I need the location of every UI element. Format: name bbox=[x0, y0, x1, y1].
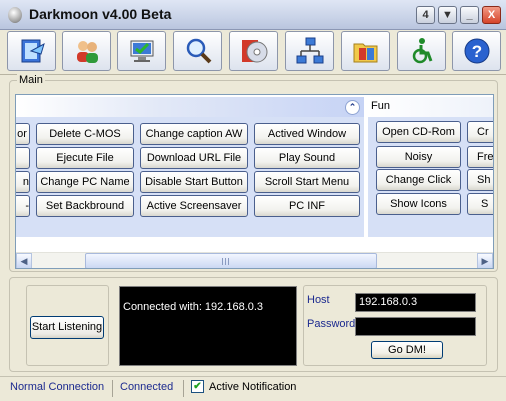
pc-inf-button[interactable]: PC INF bbox=[254, 195, 360, 217]
arrow-down-icon: ▼ bbox=[442, 9, 453, 21]
password-field[interactable] bbox=[355, 317, 476, 336]
command-button[interactable] bbox=[16, 147, 30, 169]
host-label: Host bbox=[307, 294, 330, 306]
connect-icon bbox=[21, 39, 45, 63]
minimize-icon: _ bbox=[466, 9, 473, 21]
fun-button[interactable]: Fre bbox=[467, 146, 493, 168]
horizontal-scrollbar[interactable]: ◀ ▶ bbox=[16, 252, 493, 268]
app-icon bbox=[8, 7, 22, 23]
connect-button[interactable] bbox=[7, 31, 56, 71]
active-screensaver-button[interactable]: Active Screensaver bbox=[140, 195, 248, 217]
show-icons-button[interactable]: Show Icons bbox=[376, 193, 461, 215]
change-click-button[interactable]: Change Click bbox=[376, 169, 461, 191]
change-caption-button[interactable]: Change caption AW bbox=[140, 123, 248, 145]
computer-icon bbox=[130, 40, 153, 62]
pin-button[interactable]: 4 bbox=[416, 6, 435, 24]
search-icon bbox=[186, 38, 211, 64]
computer-button[interactable] bbox=[117, 31, 166, 71]
scroll-left-icon[interactable]: ◀ bbox=[16, 253, 32, 268]
users-button[interactable] bbox=[62, 31, 111, 71]
svg-text:?: ? bbox=[471, 42, 481, 61]
console-output: Connected with: 192.168.0.3 bbox=[119, 286, 297, 366]
command-group-header: ⌃ bbox=[16, 97, 364, 117]
down-button[interactable]: ▼ bbox=[438, 6, 457, 24]
connection-type-status: Normal Connection bbox=[10, 381, 105, 393]
help-icon: ? bbox=[464, 38, 489, 64]
command-button[interactable]: or bbox=[16, 123, 30, 145]
pin-icon: 4 bbox=[422, 9, 429, 21]
go-dm-button[interactable]: Go DM! bbox=[371, 341, 443, 359]
command-panel: ⌃ Fun or Delete C-MOS Change caption AW … bbox=[15, 94, 494, 269]
actived-window-button[interactable]: Actived Window bbox=[254, 123, 360, 145]
noisy-button[interactable]: Noisy bbox=[376, 146, 461, 168]
window-title: Darkmoon v4.00 Beta bbox=[29, 6, 172, 22]
search-button[interactable] bbox=[173, 31, 222, 71]
set-background-button[interactable]: Set Backbround bbox=[36, 195, 134, 217]
collapse-chevron-icon[interactable]: ⌃ bbox=[345, 100, 360, 115]
status-separator bbox=[112, 380, 113, 397]
scroll-right-icon[interactable]: ▶ bbox=[477, 253, 493, 268]
connection-state-status: Connected bbox=[120, 381, 174, 393]
start-listening-button[interactable]: Start Listening bbox=[30, 316, 104, 339]
title-bar: Darkmoon v4.00 Beta 4 ▼ _ X bbox=[0, 0, 506, 30]
close-icon: X bbox=[487, 9, 496, 21]
files-button[interactable] bbox=[341, 31, 390, 71]
disc-icon bbox=[241, 40, 267, 63]
notification-label: Active Notification bbox=[209, 381, 297, 393]
host-field[interactable]: 192.168.0.3 bbox=[355, 293, 476, 312]
delete-cmos-button[interactable]: Delete C-MOS bbox=[36, 123, 134, 145]
command-button[interactable]: - bbox=[16, 195, 30, 217]
close-button[interactable]: X bbox=[482, 6, 501, 24]
status-bar: Normal Connection Connected ✔ Active Not… bbox=[0, 376, 506, 401]
accessibility-button[interactable] bbox=[397, 31, 446, 71]
change-pc-name-button[interactable]: Change PC Name bbox=[36, 171, 134, 193]
network-icon bbox=[296, 37, 323, 64]
minimize-button[interactable]: _ bbox=[460, 6, 479, 24]
command-button[interactable]: n bbox=[16, 171, 30, 193]
fun-group-title: Fun bbox=[371, 100, 390, 112]
status-separator bbox=[183, 380, 184, 397]
download-url-file-button[interactable]: Download URL File bbox=[140, 147, 248, 169]
open-cd-rom-button[interactable]: Open CD-Rom bbox=[376, 121, 461, 143]
password-label: Password bbox=[307, 318, 356, 330]
fun-group-header: Fun bbox=[368, 97, 493, 117]
scroll-start-menu-button[interactable]: Scroll Start Menu bbox=[254, 171, 360, 193]
toolbar: ? bbox=[0, 30, 506, 75]
play-sound-button[interactable]: Play Sound bbox=[254, 147, 360, 169]
checkmark-icon: ✔ bbox=[193, 381, 202, 392]
accessibility-icon bbox=[412, 38, 432, 64]
notification-checkbox[interactable]: ✔ bbox=[191, 380, 204, 393]
disable-start-button-button[interactable]: Disable Start Button bbox=[140, 171, 248, 193]
users-icon bbox=[76, 41, 98, 63]
console-text: Connected with: 192.168.0.3 bbox=[123, 301, 264, 313]
fun-button[interactable]: Sh bbox=[467, 169, 493, 191]
fun-button[interactable]: S bbox=[467, 193, 493, 215]
disc-button[interactable] bbox=[229, 31, 278, 71]
network-button[interactable] bbox=[285, 31, 334, 71]
ejecute-file-button[interactable]: Ejecute File bbox=[36, 147, 134, 169]
help-button[interactable]: ? bbox=[452, 31, 501, 71]
grip-icon bbox=[222, 258, 231, 265]
main-legend: Main bbox=[17, 74, 45, 86]
files-icon bbox=[353, 43, 377, 63]
scrollbar-thumb[interactable] bbox=[85, 253, 377, 268]
fun-button[interactable]: Cr bbox=[467, 121, 493, 143]
